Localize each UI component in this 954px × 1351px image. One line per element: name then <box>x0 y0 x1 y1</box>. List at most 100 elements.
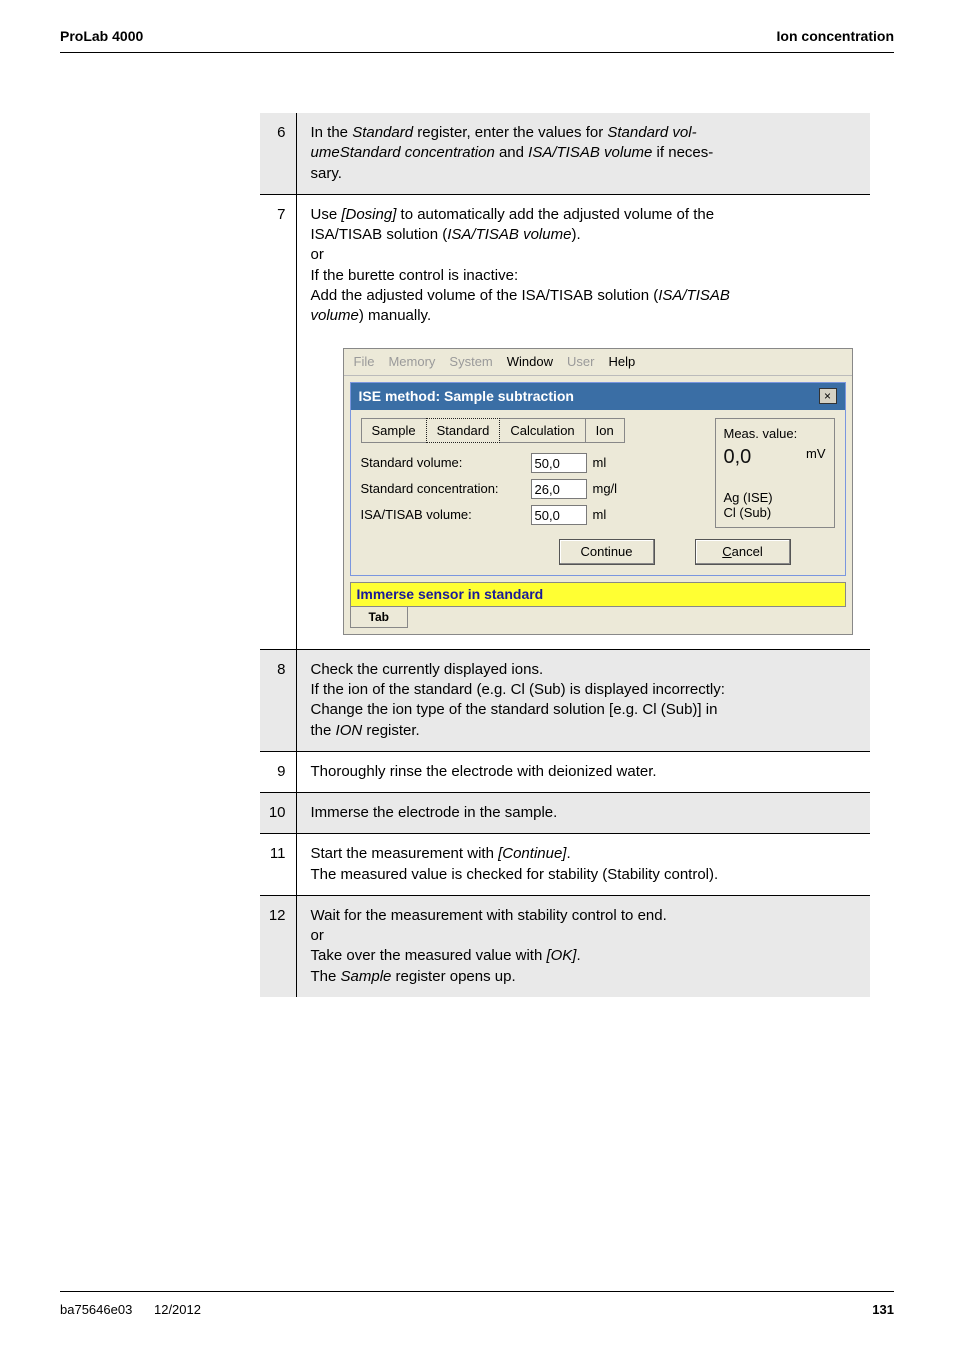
meas-ion-2: Cl (Sub) <box>724 505 773 521</box>
panel: ISE method: Sample subtraction × Sample … <box>350 382 846 576</box>
menu-window[interactable]: Window <box>507 353 553 371</box>
t: Standard vol- <box>607 124 696 141</box>
t: [Continue] <box>498 845 566 862</box>
t: Standard concentration <box>340 144 495 161</box>
meas-ion-1: Ag (ISE) <box>724 490 773 506</box>
cancel-underline: C <box>722 544 731 559</box>
row-std-volume: Standard volume: ml <box>361 453 705 473</box>
t: ). <box>571 226 580 243</box>
t: Standard <box>352 124 413 141</box>
label-std-conc: Standard concentration: <box>361 480 531 498</box>
step-8-row: 8 Check the currently displayed ions. If… <box>260 649 870 751</box>
step-10-text: Immerse the electrode in the sample. <box>296 793 870 834</box>
step-12-text: Wait for the measurement with stability … <box>296 895 870 997</box>
t: or <box>311 927 324 944</box>
tab-ion[interactable]: Ion <box>585 418 625 444</box>
t: or <box>311 246 324 263</box>
cancel-rest: ancel <box>732 544 763 559</box>
step-11-num: 11 <box>260 834 296 896</box>
input-std-volume[interactable] <box>531 453 587 473</box>
footer-left: ba75646e03 12/2012 <box>60 1302 201 1317</box>
t: . <box>576 947 580 964</box>
steps-table: 6 In the Standard register, enter the va… <box>260 113 870 997</box>
t: the <box>311 722 336 739</box>
status-bar: Immerse sensor in standard <box>350 582 846 607</box>
t: sary. <box>311 165 342 182</box>
step-8-num: 8 <box>260 649 296 751</box>
input-std-conc[interactable] <box>531 479 587 499</box>
t: ISA/TISAB volume <box>528 144 652 161</box>
panel-body: Sample Standard Calculation Ion Standard… <box>351 410 845 575</box>
t: volume <box>311 307 359 324</box>
tab-sample[interactable]: Sample <box>361 418 427 444</box>
page-footer: ba75646e03 12/2012 131 <box>60 1291 894 1317</box>
t: . <box>566 845 570 862</box>
t: The <box>311 968 341 985</box>
step-7-row: 7 Use [Dosing] to automatically add the … <box>260 194 870 336</box>
meas-label: Meas. value: <box>724 425 828 443</box>
t: Use <box>311 206 342 223</box>
step-9-text: Thoroughly rinse the electrode with deio… <box>296 751 870 792</box>
t: ION <box>336 722 363 739</box>
t: ISA/TISAB volume <box>447 226 571 243</box>
menu-user[interactable]: User <box>567 353 594 371</box>
step-12-num: 12 <box>260 895 296 997</box>
left-col: Sample Standard Calculation Ion Standard… <box>361 418 705 532</box>
tab-standard[interactable]: Standard <box>426 418 501 444</box>
t: Start the measurement with <box>311 845 499 862</box>
step-7-num: 7 <box>260 194 296 336</box>
cancel-button[interactable]: Cancel <box>695 539 791 565</box>
step-11-text: Start the measurement with [Continue]. T… <box>296 834 870 896</box>
main-content: 6 In the Standard register, enter the va… <box>0 53 954 997</box>
panel-title-text: ISE method: Sample subtraction <box>359 387 574 406</box>
t: [Dosing] <box>341 206 396 223</box>
label-std-volume: Standard volume: <box>361 454 531 472</box>
t: Check the currently displayed ions. <box>311 661 544 678</box>
t: if neces- <box>652 144 713 161</box>
button-row: Continue Cancel <box>361 531 795 565</box>
t: ) manually. <box>359 307 431 324</box>
tab-footer: Tab <box>350 607 846 628</box>
t: register, enter the values for <box>413 124 607 141</box>
t: If the ion of the standard (e.g. Cl (Sub… <box>311 681 725 698</box>
tabs-row: Sample Standard Calculation Ion <box>361 418 705 444</box>
menu-file[interactable]: File <box>354 353 375 371</box>
dialog-cell: File Memory System Window User Help ISE … <box>296 336 870 649</box>
unit-isa-volume: ml <box>593 506 607 524</box>
t: Take over the measured value with <box>311 947 547 964</box>
footer-page-number: 131 <box>872 1302 894 1317</box>
step-6-num: 6 <box>260 113 296 194</box>
menu-memory[interactable]: Memory <box>388 353 435 371</box>
panel-titlebar: ISE method: Sample subtraction × <box>351 383 845 410</box>
t: The measured value is checked for stabil… <box>311 866 719 883</box>
t: ISA/TISAB solution ( <box>311 226 448 243</box>
unit-std-volume: ml <box>593 454 607 472</box>
t: and <box>495 144 528 161</box>
t: register opens up. <box>391 968 515 985</box>
menu-help[interactable]: Help <box>608 353 635 371</box>
close-icon[interactable]: × <box>819 388 837 404</box>
t: ISA/TISAB <box>658 287 730 304</box>
step-10-row: 10 Immerse the electrode in the sample. <box>260 793 870 834</box>
tab-calculation[interactable]: Calculation <box>499 418 585 444</box>
step-10-num: 10 <box>260 793 296 834</box>
label-isa-volume: ISA/TISAB volume: <box>361 506 531 524</box>
row-std-conc: Standard concentration: mg/l <box>361 479 705 499</box>
unit-std-conc: mg/l <box>593 480 618 498</box>
continue-button[interactable]: Continue <box>559 539 655 565</box>
ise-dialog: File Memory System Window User Help ISE … <box>343 348 853 635</box>
step-6-text: In the Standard register, enter the valu… <box>296 113 870 194</box>
page-header: ProLab 4000 Ion concentration <box>0 0 954 52</box>
t: If the burette control is inactive: <box>311 267 519 284</box>
t: [OK] <box>546 947 576 964</box>
input-isa-volume[interactable] <box>531 505 587 525</box>
footer-tab-button[interactable]: Tab <box>350 607 408 628</box>
t: Add the adjusted volume of the ISA/TISAB… <box>311 287 659 304</box>
t: register. <box>362 722 420 739</box>
t: Sample <box>341 968 392 985</box>
step-11-row: 11 Start the measurement with [Continue]… <box>260 834 870 896</box>
menu-system[interactable]: System <box>449 353 492 371</box>
row-isa-volume: ISA/TISAB volume: ml <box>361 505 705 525</box>
step-9-row: 9 Thoroughly rinse the electrode with de… <box>260 751 870 792</box>
menubar: File Memory System Window User Help <box>344 349 852 376</box>
